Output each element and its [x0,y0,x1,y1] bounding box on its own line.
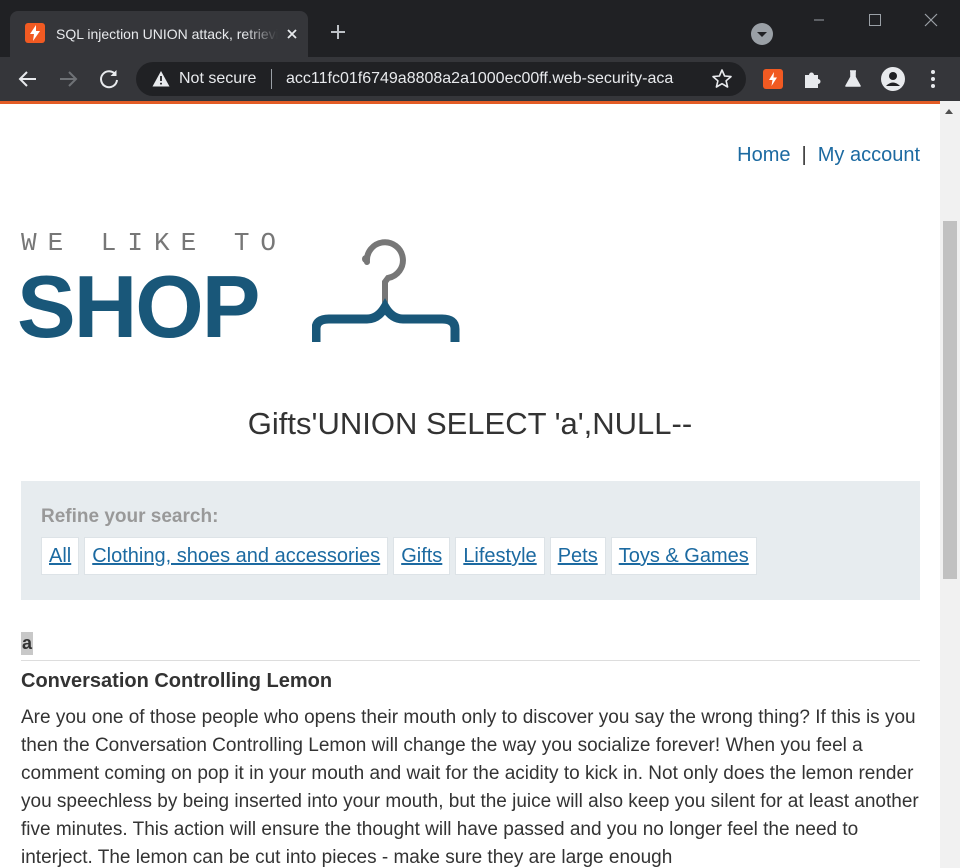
active-tab[interactable]: SQL injection UNION attack, retrieving d… [10,11,308,57]
product-description: Are you one of those people who opens th… [21,707,919,868]
results-divider [21,660,920,661]
burp-extension-icon[interactable] [760,66,786,92]
address-bar[interactable]: Not secure acc11fc01f6749a8808a2a1000ec0… [136,62,746,96]
back-icon[interactable] [14,65,42,93]
product-title: Conversation Controlling Lemon [21,670,333,692]
tab-strip: SQL injection UNION attack, retrieving d… [0,0,960,57]
reload-icon[interactable] [95,65,123,93]
bookmark-star-icon[interactable] [711,68,733,90]
tab-search-icon[interactable] [751,23,773,45]
close-window-icon[interactable] [916,8,946,32]
home-link[interactable]: Home [737,144,790,166]
logo-brand: SHOP [17,257,260,356]
omnibox-divider [271,69,272,89]
new-tab-icon[interactable] [326,20,350,44]
scroll-thumb[interactable] [943,221,957,579]
filter-pets[interactable]: Pets [549,537,606,575]
menu-kebab-icon[interactable] [920,66,946,92]
hanger-icon [311,232,462,348]
category-filters: All Clothing, shoes and accessories Gift… [41,537,762,575]
injected-result-row: a [21,632,34,655]
labs-flask-icon[interactable] [840,66,866,92]
filter-clothing[interactable]: Clothing, shoes and accessories [84,537,389,575]
filter-gifts[interactable]: Gifts [393,537,451,575]
my-account-link[interactable]: My account [818,144,920,166]
refine-label: Refine your search: [41,506,219,527]
nav-separator: | [801,144,807,166]
security-label[interactable]: Not secure [179,69,256,89]
injected-value: a [22,633,33,653]
extensions-puzzle-icon[interactable] [800,66,826,92]
scroll-up-arrow-icon[interactable] [945,109,953,114]
profile-avatar-icon[interactable] [880,66,906,92]
filter-all[interactable]: All [41,537,80,575]
favicon-icon [25,23,45,43]
filter-toys-games[interactable]: Toys & Games [610,537,757,575]
minimize-icon[interactable] [804,8,834,32]
top-navigation: Home | My account [737,142,920,168]
filter-panel: Refine your search: All Clothing, shoes … [21,481,920,600]
page-content: Home | My account WE LIKE TO SHOP Gifts'UN… [0,104,940,868]
logo-tagline: WE LIKE TO [21,228,288,258]
tab-title: SQL injection UNION attack, retrieving d… [56,26,278,42]
browser-toolbar: Not secure acc11fc01f6749a8808a2a1000ec0… [0,57,960,101]
tab-close-icon[interactable] [282,24,302,44]
forward-icon[interactable] [54,65,82,93]
page-scrollbar[interactable] [940,101,960,868]
warning-icon[interactable] [152,70,170,88]
maximize-icon[interactable] [860,8,890,32]
page-title: Gifts'UNION SELECT 'a',NULL-- [247,406,693,441]
url-text[interactable]: acc11fc01f6749a8808a2a1000ec00ff.web-sec… [286,69,674,89]
filter-lifestyle[interactable]: Lifestyle [455,537,545,575]
